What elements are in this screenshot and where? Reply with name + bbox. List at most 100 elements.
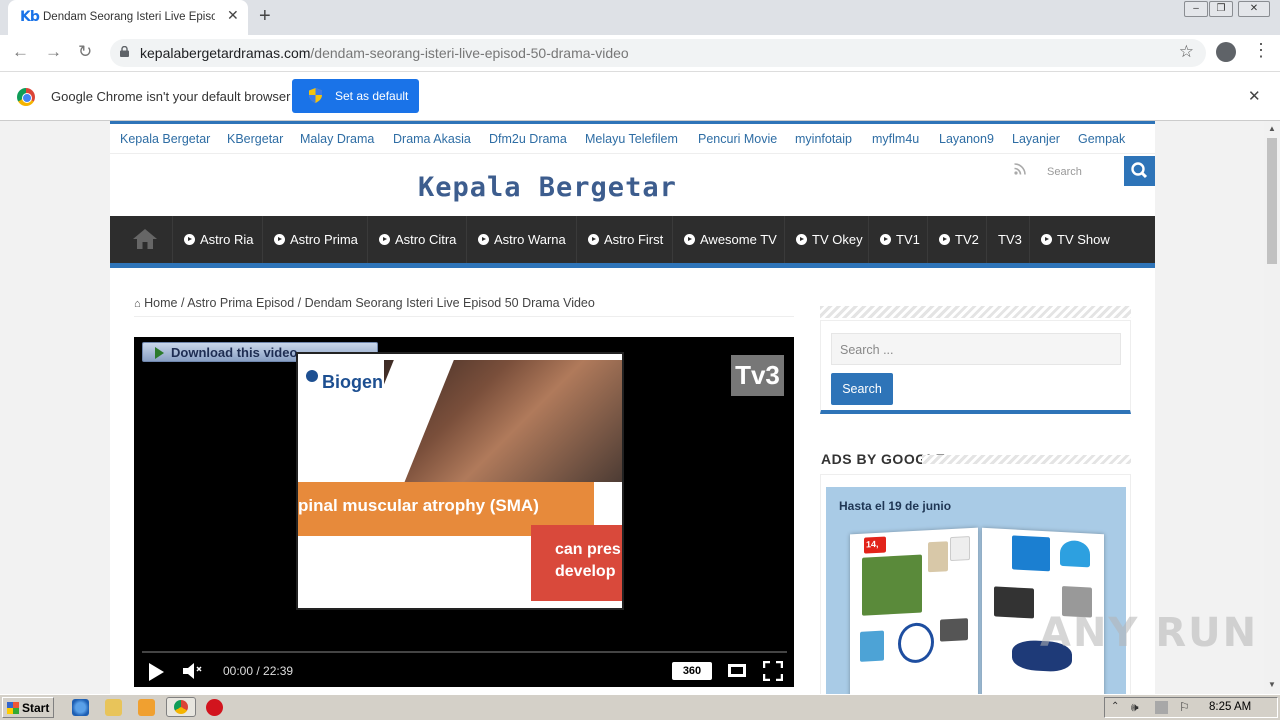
top-link[interactable]: Melayu Telefilem — [585, 132, 678, 146]
account-icon[interactable] — [1216, 42, 1236, 62]
forward-icon[interactable]: → — [45, 42, 62, 62]
sidebar-search-widget: Search ... Search — [820, 320, 1131, 414]
set-as-default-label: Set as default — [335, 89, 409, 103]
nav-item-astro-warna[interactable]: Astro Warna — [466, 216, 576, 263]
warning-app-icon[interactable] — [206, 699, 223, 716]
sidebar-search-button[interactable]: Search — [831, 373, 893, 405]
scroll-thumb[interactable] — [1267, 138, 1277, 264]
default-browser-infobar: Google Chrome isn't your default browser… — [0, 71, 1280, 121]
reload-icon[interactable]: ↻ — [78, 42, 92, 62]
top-link[interactable]: Malay Drama — [300, 132, 374, 146]
sidebar-search-input[interactable]: Search ... — [831, 333, 1121, 365]
top-link[interactable]: Gempak — [1078, 132, 1125, 146]
video-ad-overlay[interactable]: Biogen pinal muscular atrophy (SMA) can … — [296, 352, 624, 610]
nav-item-tv-okey[interactable]: TV Okey — [784, 216, 868, 263]
top-link[interactable]: Layanjer — [1012, 132, 1060, 146]
catalog-page-left: 14, — [850, 527, 978, 694]
catalog-photo — [860, 630, 884, 662]
media-player-icon[interactable] — [138, 699, 155, 716]
play-circle-icon — [1041, 234, 1052, 245]
tab-close-icon[interactable]: ✕ — [227, 7, 239, 24]
flag-tray-icon[interactable]: ⚐ — [1179, 700, 1190, 714]
top-link[interactable]: KBergetar — [227, 132, 283, 146]
nav-item-awesome-tv[interactable]: Awesome TV — [672, 216, 784, 263]
back-icon[interactable]: ← — [12, 42, 29, 62]
top-link[interactable]: Layanon9 — [939, 132, 994, 146]
url-text: kepalabergetardramas.com/dendam-seorang-… — [140, 45, 629, 61]
breadcrumb-home[interactable]: Home — [144, 296, 177, 310]
restore-window-icon[interactable]: ❐ — [1209, 1, 1233, 17]
nav-item-tv-show[interactable]: TV Show — [1029, 216, 1129, 263]
nav-item-tv1[interactable]: TV1 — [868, 216, 927, 263]
address-bar[interactable]: kepalabergetardramas.com/dendam-seorang-… — [110, 39, 1206, 67]
scroll-down-icon[interactable]: ▼ — [1268, 680, 1276, 689]
catalog-photo — [1060, 539, 1090, 568]
scroll-up-icon[interactable]: ▲ — [1268, 124, 1276, 133]
nav-item-tv3[interactable]: TV3 — [986, 216, 1029, 263]
new-tab-icon[interactable]: + — [259, 5, 271, 28]
top-link[interactable]: Dfm2u Drama — [489, 132, 567, 146]
video-progress-bar[interactable] — [142, 651, 787, 653]
chrome-menu-icon[interactable]: ⋮ — [1252, 40, 1270, 61]
anyrun-watermark: ANY RUN — [1040, 610, 1259, 656]
video-player[interactable]: Download this video Tv3 Biogen pinal mus… — [134, 337, 794, 687]
bookmark-star-icon[interactable]: ☆ — [1179, 42, 1194, 62]
ad-catalog-image[interactable]: Hasta el 19 de junio 14, — [826, 487, 1126, 694]
top-links-nav: Kepala Bergetar KBergetar Malay Drama Dr… — [110, 124, 1155, 154]
header-search-input[interactable]: Search — [1036, 156, 1124, 186]
set-as-default-button[interactable]: Set as default — [292, 79, 419, 113]
top-link[interactable]: Drama Akasia — [393, 132, 471, 146]
play-circle-icon — [478, 234, 489, 245]
breadcrumb-category[interactable]: Astro Prima Episod — [187, 296, 294, 310]
catalog-photo — [928, 541, 948, 573]
home-icon[interactable] — [132, 228, 158, 250]
clock: 8:25 AM — [1209, 701, 1252, 713]
nav-label: Astro First — [604, 232, 664, 247]
nav-label: Astro Citra — [395, 232, 457, 247]
breadcrumb: ⌂ Home / Astro Prima Episod / Dendam Seo… — [134, 296, 595, 310]
top-link[interactable]: myinfotaip — [795, 132, 852, 146]
url-path: /dendam-seorang-isteri-live-episod-50-dr… — [310, 45, 629, 61]
header-search-button[interactable] — [1124, 156, 1155, 186]
infobar-message: Google Chrome isn't your default browser — [51, 89, 291, 104]
folder-icon[interactable] — [105, 699, 122, 716]
chrome-taskbar-button[interactable] — [166, 697, 196, 717]
ad-red-text: can pres — [555, 541, 621, 558]
catalog-photo — [898, 621, 934, 664]
top-link[interactable]: myflm4u — [872, 132, 919, 146]
nav-item-astro-ria[interactable]: Astro Ria — [172, 216, 262, 263]
minimize-window-icon[interactable]: – — [1184, 1, 1208, 17]
lock-icon — [120, 46, 129, 57]
rss-icon[interactable] — [1014, 163, 1026, 175]
top-link[interactable]: Pencuri Movie — [698, 132, 777, 146]
nav-item-astro-prima[interactable]: Astro Prima — [262, 216, 358, 263]
infobar-close-icon[interactable]: ✕ — [1248, 87, 1261, 105]
play-icon[interactable] — [149, 663, 164, 681]
ad-red-text: develop — [555, 563, 616, 580]
volume-tray-icon[interactable]: 🕪 — [1131, 700, 1139, 715]
nav-label: Awesome TV — [700, 232, 777, 247]
close-window-icon[interactable]: ✕ — [1238, 1, 1270, 17]
nav-item-astro-citra[interactable]: Astro Citra — [367, 216, 466, 263]
ad-price-badge: 14, — [864, 536, 886, 554]
tray-expand-icon[interactable]: ⌃ — [1111, 701, 1119, 712]
internet-explorer-icon[interactable] — [72, 699, 89, 716]
fullscreen-icon[interactable] — [763, 661, 783, 681]
divider — [134, 316, 794, 317]
site-container: Kepala Bergetar KBergetar Malay Drama Dr… — [110, 121, 1155, 694]
network-tray-icon[interactable] — [1155, 701, 1168, 714]
nav-item-astro-first[interactable]: Astro First — [576, 216, 672, 263]
volume-icon[interactable] — [182, 661, 204, 681]
chrome-logo-icon — [17, 88, 35, 106]
nav-item-tv2[interactable]: TV2 — [927, 216, 986, 263]
home-small-icon: ⌂ — [134, 298, 141, 310]
start-button[interactable]: Start — [2, 697, 54, 718]
sidebar-stripes — [820, 306, 1131, 318]
site-logo[interactable]: Kepala Bergetar — [418, 172, 677, 203]
play-circle-icon — [684, 234, 695, 245]
theater-mode-icon[interactable] — [728, 664, 746, 677]
page-scrollbar[interactable]: ▲ ▼ — [1264, 121, 1280, 694]
top-link[interactable]: Kepala Bergetar — [120, 132, 210, 146]
quality-button[interactable]: 360 — [672, 662, 712, 680]
browser-tab[interactable]: Kb Dendam Seorang Isteri Live Episod 5 ✕ — [8, 0, 248, 35]
